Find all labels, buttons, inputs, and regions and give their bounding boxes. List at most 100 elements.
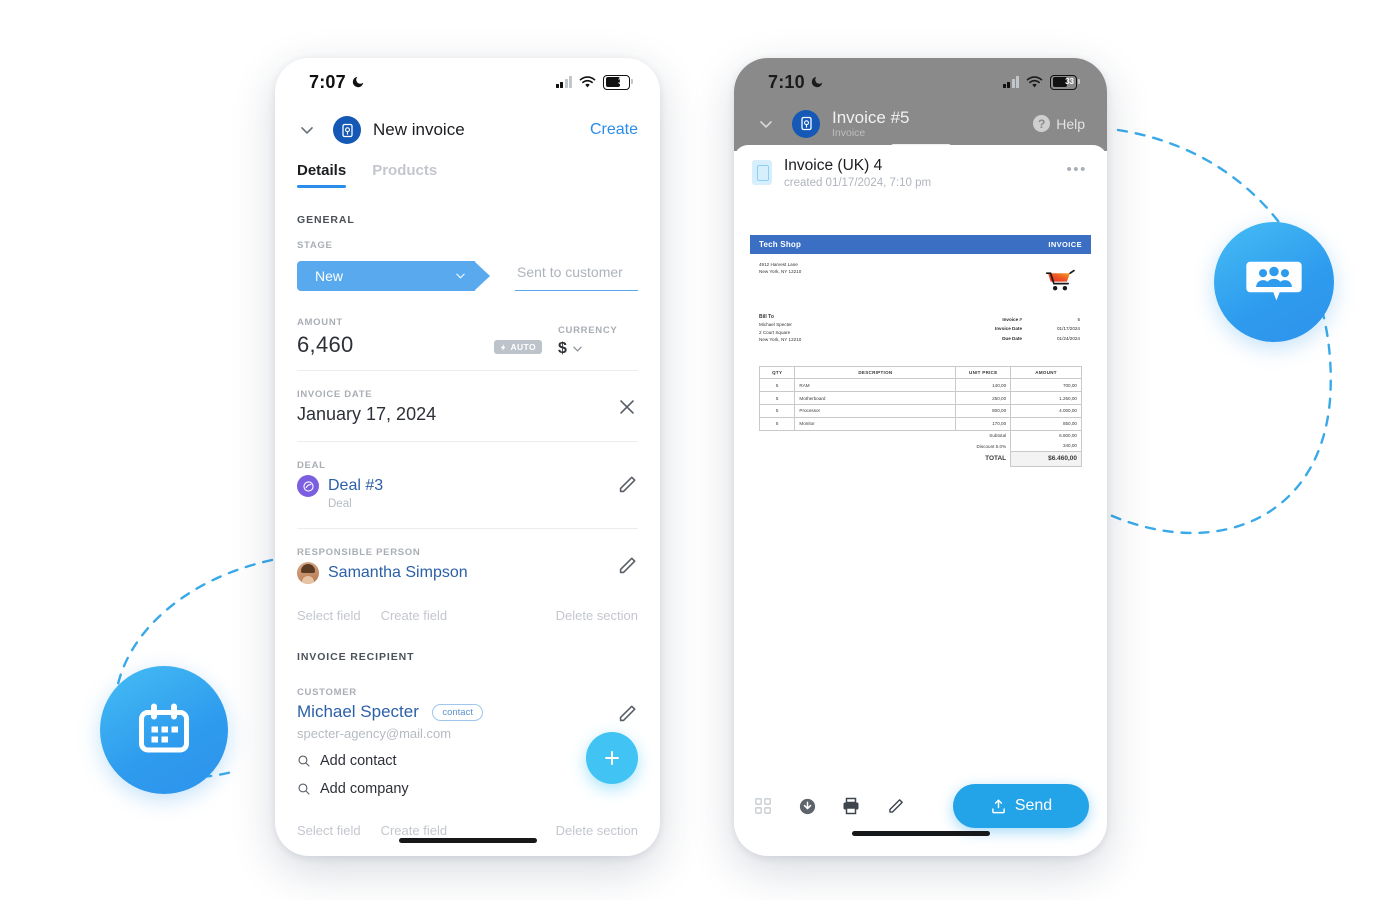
company-address-line2: New York, NY 12210 (759, 269, 802, 275)
screenshot-canvas: 7:07 33 New invoice Create Details Produ… (0, 0, 1400, 900)
help-icon: ? (1033, 115, 1051, 132)
home-indicator (851, 831, 990, 836)
chevron-down-icon (573, 346, 582, 352)
deal-entity: Deal #3 (297, 475, 608, 497)
customer-email: specter-agency@mail.com (297, 726, 452, 741)
moon-icon (352, 76, 364, 88)
document-title: Invoice (UK) 4 (784, 157, 883, 174)
stage-label: STAGE (297, 240, 333, 251)
bill-to-block: Bill To Michael Specter 2 Court Square N… (759, 313, 801, 344)
table-row: 5 RAM 140,00 700,00 (758, 378, 1082, 393)
stage-current-pill[interactable]: New (297, 261, 490, 291)
cell-qty: 5 (758, 378, 796, 393)
calendar-bubble (100, 666, 228, 794)
cell-qty: 5 (758, 403, 796, 418)
divider (297, 528, 638, 529)
status-indicators: 33 (1002, 74, 1080, 90)
select-field-link[interactable]: Select field (297, 823, 361, 838)
invoice-app-icon (333, 116, 361, 144)
deal-label: DEAL (297, 460, 326, 471)
invoice-company-name: Tech Shop (759, 240, 802, 249)
amount-currency-row: AMOUNT 6,460 AUTO CURRENCY $ (297, 317, 638, 358)
help-button[interactable]: ? Help (1033, 115, 1085, 132)
bill-meta-row: Bill To Michael Specter 2 Court Square N… (759, 313, 1082, 344)
invoice-body: 4912 Harvest Lane New York, NY 12210 Bil… (750, 254, 1091, 467)
column-header-unit-price: UNIT PRICE (955, 365, 1012, 380)
phone-new-invoice: 7:07 33 New invoice Create Details Produ… (275, 58, 660, 856)
cell-unit-price: 800,00 (955, 403, 1012, 418)
avatar (297, 562, 319, 584)
delete-section-link[interactable]: Delete section (556, 608, 638, 623)
pencil-icon[interactable] (616, 555, 638, 577)
invoice-company-bar: Tech Shop INVOICE (750, 235, 1091, 254)
table-header-row: QTY DESCRIPTION UNIT PRICE AMOUNT (758, 365, 1082, 380)
qr-code-icon[interactable] (752, 795, 774, 817)
select-field-link[interactable]: Select field (297, 608, 361, 623)
cell-amount: 1.250,00 (1010, 391, 1082, 405)
create-button[interactable]: Create (590, 121, 638, 139)
pencil-icon[interactable] (616, 474, 638, 496)
line-items-table: QTY DESCRIPTION UNIT PRICE AMOUNT 5 RAM … (758, 365, 1082, 467)
pencil-icon[interactable] (884, 795, 906, 817)
responsible-person-row[interactable]: RESPONSIBLE PERSON Samantha Simpson (297, 547, 638, 584)
help-label: Help (1056, 115, 1085, 132)
invoice-meta-table: Invoice # 5 Invoice Date 01/17/2024 Due … (993, 313, 1082, 344)
customer-row[interactable]: CUSTOMER Michael Specter contact specter… (297, 687, 638, 741)
send-button[interactable]: Send (953, 784, 1089, 828)
table-row: Invoice Date 01/17/2024 (995, 325, 1080, 333)
create-field-link[interactable]: Create field (381, 608, 447, 623)
lightning-icon (501, 343, 507, 351)
subtotal-value: 6.800,00 (1010, 430, 1082, 441)
more-horizontal-icon[interactable]: ••• (1066, 161, 1087, 178)
bill-to-city: New York, NY 12210 (759, 336, 802, 342)
delete-section-link[interactable]: Delete section (556, 823, 638, 838)
currency-field[interactable]: CURRENCY $ (558, 325, 638, 358)
bill-to-street: 2 Court Square (759, 329, 791, 335)
currency-label: CURRENCY (558, 325, 618, 336)
pencil-icon[interactable] (616, 703, 638, 725)
cell-amount: 700,00 (1010, 378, 1082, 393)
responsible-person-field: RESPONSIBLE PERSON Samantha Simpson (297, 547, 608, 584)
company-address: 4912 Harvest Lane New York, NY 12210 (759, 261, 1082, 275)
status-indicators: 33 (555, 74, 633, 90)
invoice-date-label: INVOICE DATE (297, 389, 373, 400)
download-circle-icon[interactable] (796, 795, 818, 817)
chevron-down-icon[interactable] (297, 120, 317, 140)
chevron-down-icon[interactable] (756, 114, 776, 134)
document-sheet: Invoice (UK) 4 created 01/17/2024, 7:10 … (734, 145, 1107, 849)
tab-details[interactable]: Details (297, 162, 347, 188)
meta-key: Due Date (1002, 335, 1022, 341)
customer-name-line: Michael Specter contact (297, 702, 608, 722)
status-time: 7:07 (309, 72, 365, 93)
moon-icon (811, 76, 823, 88)
bill-to-label: Bill To (759, 314, 774, 321)
customer-field: CUSTOMER Michael Specter contact specter… (297, 687, 608, 741)
page-title: Invoice #5 (832, 108, 910, 127)
tab-products[interactable]: Products (372, 162, 437, 188)
page-title: New invoice (373, 120, 465, 139)
column-header-amount: AMOUNT (1010, 365, 1082, 380)
stage-next-field[interactable]: Sent to customer (515, 261, 638, 291)
total-row: TOTAL $6.460,00 (760, 450, 1082, 467)
auto-badge: AUTO (494, 340, 542, 354)
meta-key: Invoice Date (994, 326, 1022, 332)
add-contact-label: Add contact (320, 753, 397, 769)
amount-field[interactable]: AMOUNT 6,460 (297, 317, 494, 358)
cell-description: Motherboard (794, 391, 957, 405)
invoice-date-row[interactable]: INVOICE DATE January 17, 2024 (297, 389, 638, 425)
search-icon (298, 783, 310, 795)
deal-row[interactable]: DEAL Deal #3 Deal (297, 460, 638, 510)
add-company-row[interactable]: Add company (297, 781, 638, 797)
create-field-link[interactable]: Create field (381, 823, 447, 838)
phone-invoice-preview: 7:10 33 Invoice #5 Invoice ? Help Invoic… (734, 58, 1107, 856)
document-toolbar: Send (734, 763, 1107, 849)
meta-key: Invoice # (1002, 316, 1022, 322)
close-icon[interactable] (616, 396, 638, 418)
amount-label: AMOUNT (297, 317, 343, 328)
status-time: 7:10 (768, 72, 824, 93)
add-button[interactable] (586, 732, 638, 784)
printer-icon[interactable] (840, 795, 862, 817)
subtotal-row: Subtotal 6.800,00 (760, 430, 1082, 441)
cell-description: RAM (794, 378, 957, 393)
currency-value-wrap: $ (558, 340, 638, 358)
